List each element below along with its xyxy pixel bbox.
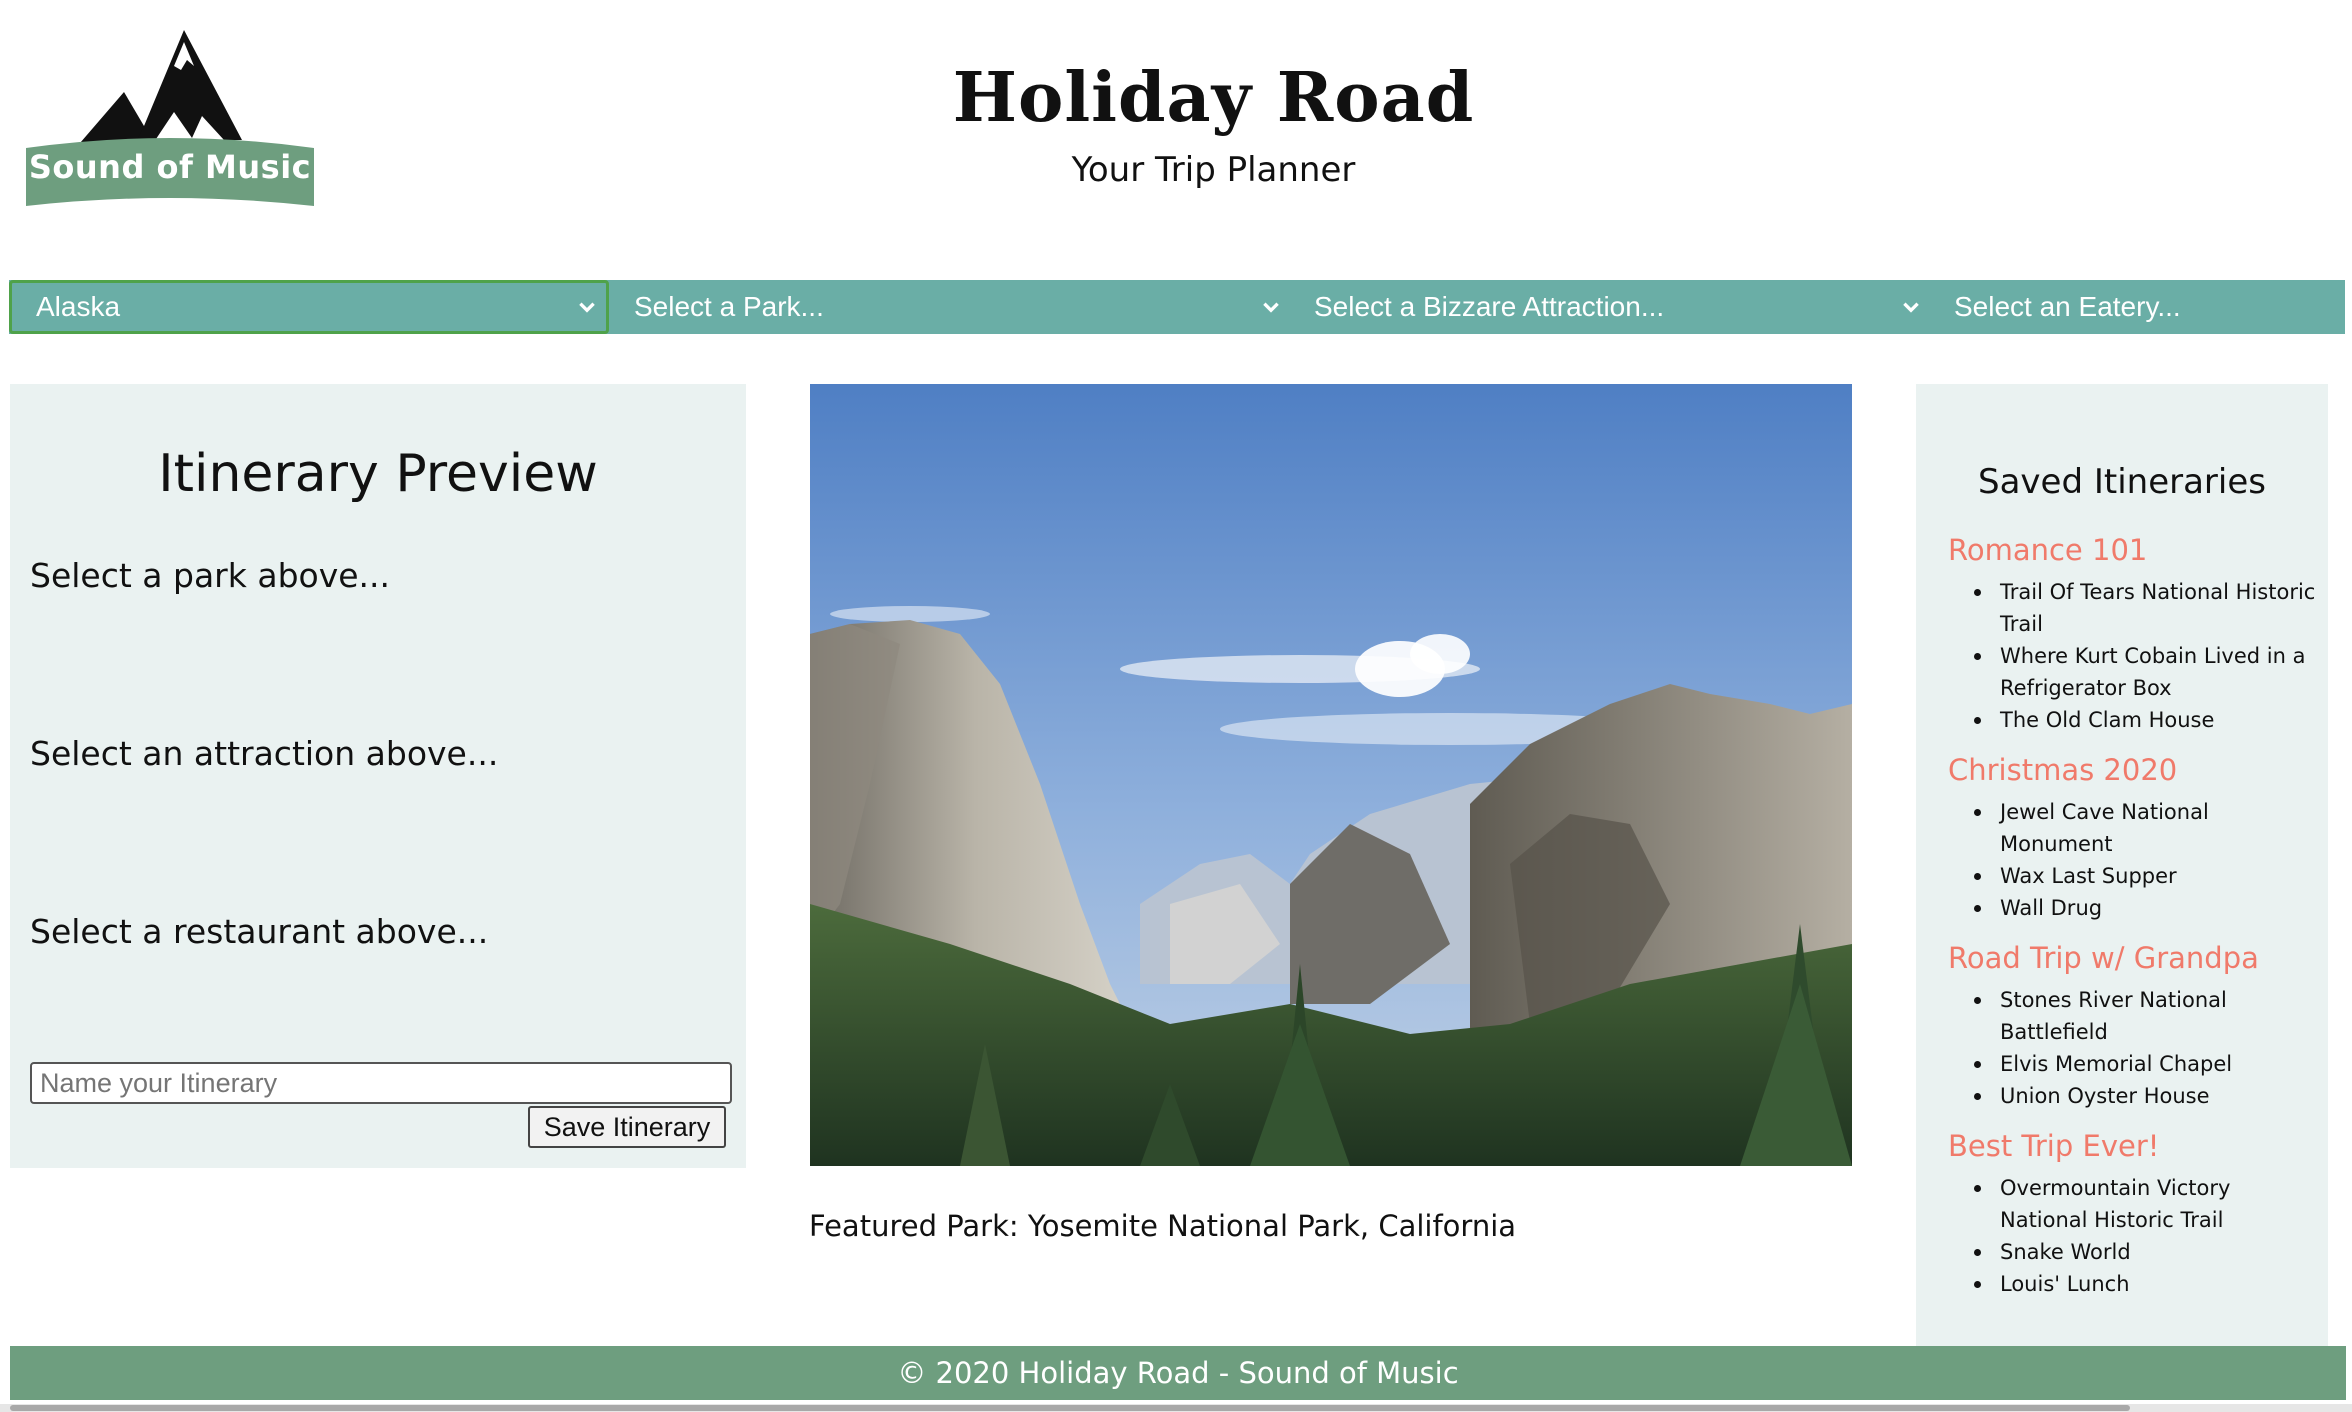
itinerary-preview-title: Itinerary Preview xyxy=(158,444,598,504)
yosemite-valley-photo xyxy=(810,384,1852,1166)
saved-itinerary-items: Jewel Cave National Monument Wax Last Su… xyxy=(1948,796,2318,924)
scrollbar-thumb[interactable] xyxy=(10,1405,2130,1411)
saved-itinerary-name[interactable]: Road Trip w/ Grandpa xyxy=(1948,938,2318,978)
saved-itinerary: Christmas 2020 Jewel Cave National Monum… xyxy=(1948,750,2318,924)
saved-itinerary-name[interactable]: Romance 101 xyxy=(1948,530,2318,570)
list-item: Where Kurt Cobain Lived in a Refrigerato… xyxy=(1974,640,2318,704)
park-select[interactable]: Select a Park... xyxy=(610,280,1290,334)
list-item: Snake World xyxy=(1974,1236,2318,1268)
preview-park-line: Select a park above... xyxy=(30,556,391,595)
featured-park-photo xyxy=(810,384,1852,1166)
featured-park-caption: Featured Park: Yosemite National Park, C… xyxy=(809,1209,1517,1243)
saved-itinerary-name[interactable]: Christmas 2020 xyxy=(1948,750,2318,790)
list-item: Jewel Cave National Monument xyxy=(1974,796,2318,860)
list-item: Wall Drug xyxy=(1974,892,2318,924)
chevron-down-icon xyxy=(579,302,595,313)
list-item: Elvis Memorial Chapel xyxy=(1974,1048,2318,1080)
itinerary-name-input[interactable] xyxy=(30,1062,732,1104)
filter-bar: Alaska Select a Park... Select a Bizzare… xyxy=(9,280,2345,334)
chevron-down-icon xyxy=(1903,302,1919,313)
preview-attraction-line: Select an attraction above... xyxy=(30,734,499,773)
list-item: Stones River National Battlefield xyxy=(1974,984,2318,1048)
itinerary-preview-panel: Itinerary Preview Select a park above...… xyxy=(10,384,746,1168)
state-select-value: Alaska xyxy=(36,291,121,322)
list-item: Union Oyster House xyxy=(1974,1080,2318,1112)
eatery-select-value: Select an Eatery... xyxy=(1954,291,2181,322)
list-item: Trail Of Tears National Historic Trail xyxy=(1974,576,2318,640)
saved-itineraries-list: Romance 101 Trail Of Tears National Hist… xyxy=(1948,530,2318,1314)
list-item: Louis' Lunch xyxy=(1974,1268,2318,1300)
site-subtitle: Your Trip Planner xyxy=(1071,150,1356,190)
eatery-select[interactable]: Select an Eatery... xyxy=(1930,280,2345,334)
saved-itinerary-name[interactable]: Best Trip Ever! xyxy=(1948,1126,2318,1166)
saved-itinerary: Road Trip w/ Grandpa Stones River Nation… xyxy=(1948,938,2318,1112)
saved-itinerary: Best Trip Ever! Overmountain Victory Nat… xyxy=(1948,1126,2318,1300)
saved-itinerary-items: Trail Of Tears National Historic Trail W… xyxy=(1948,576,2318,736)
saved-itineraries-panel: Saved Itineraries Romance 101 Trail Of T… xyxy=(1916,384,2328,1346)
chevron-down-icon xyxy=(1263,302,1279,313)
saved-itineraries-title: Saved Itineraries xyxy=(1978,462,2266,502)
save-itinerary-button[interactable]: Save Itinerary xyxy=(528,1106,726,1148)
saved-itinerary-items: Stones River National Battlefield Elvis … xyxy=(1948,984,2318,1112)
attraction-select-value: Select a Bizzare Attraction... xyxy=(1314,291,1665,322)
preview-restaurant-line: Select a restaurant above... xyxy=(30,912,489,951)
state-select[interactable]: Alaska xyxy=(9,280,609,334)
page-footer: © 2020 Holiday Road - Sound of Music xyxy=(10,1346,2346,1400)
list-item: The Old Clam House xyxy=(1974,704,2318,736)
park-select-value: Select a Park... xyxy=(634,291,824,322)
list-item: Wax Last Supper xyxy=(1974,860,2318,892)
list-item: Overmountain Victory National Historic T… xyxy=(1974,1172,2318,1236)
site-title: Holiday Road xyxy=(952,58,1475,138)
saved-itinerary: Romance 101 Trail Of Tears National Hist… xyxy=(1948,530,2318,736)
saved-itinerary-items: Overmountain Victory National Historic T… xyxy=(1948,1172,2318,1300)
attraction-select[interactable]: Select a Bizzare Attraction... xyxy=(1290,280,1930,334)
